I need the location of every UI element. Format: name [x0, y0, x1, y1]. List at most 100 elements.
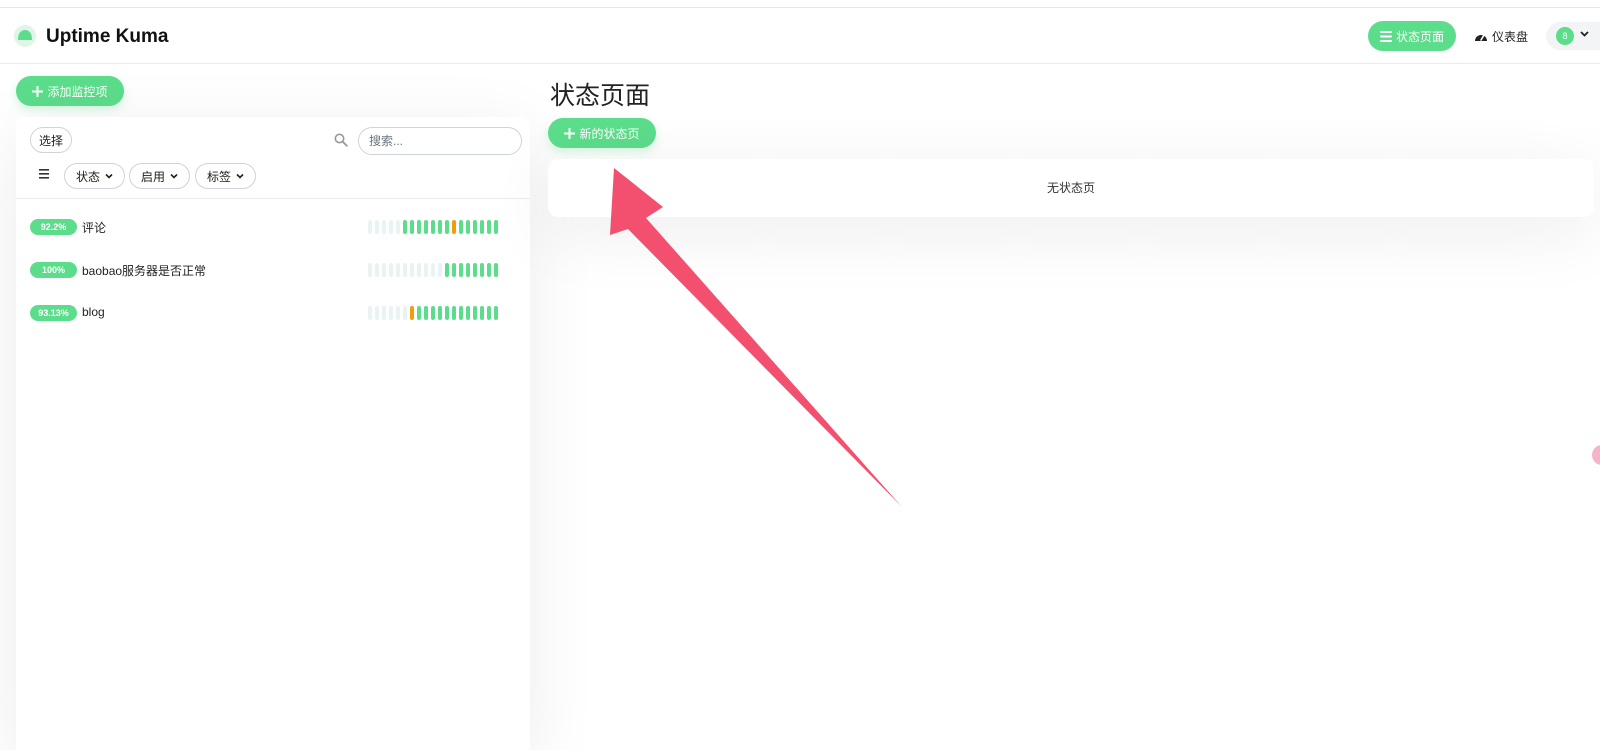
heartbeat-up [466, 220, 470, 234]
app-title[interactable]: Uptime Kuma [46, 26, 168, 48]
heartbeat-empty [403, 263, 407, 277]
heartbeat-empty [396, 306, 400, 320]
heartbeat-empty [375, 306, 379, 320]
new-status-page-label: 新的状态页 [579, 126, 640, 141]
heartbeat-up [494, 306, 498, 320]
monitor-list-item[interactable]: 100% baobao服务器是否正常 [16, 252, 530, 288]
add-monitor-label: 添加监控项 [47, 84, 108, 99]
heartbeat-empty [396, 263, 400, 277]
heartbeat-empty [389, 263, 393, 277]
heartbeat-up [466, 263, 470, 277]
search-icon [334, 133, 348, 147]
heartbeat-up [473, 306, 477, 320]
heartbeat-empty [375, 220, 379, 234]
uptime-badge: 93.13% [30, 305, 77, 321]
heartbeat-bar [368, 220, 498, 234]
heartbeat-up [452, 263, 456, 277]
heartbeat-up [445, 220, 449, 234]
heartbeat-empty [403, 306, 407, 320]
heartbeat-empty [368, 306, 372, 320]
add-monitor-button[interactable]: 添加监控项 [16, 76, 124, 106]
heartbeat-empty [382, 220, 386, 234]
heartbeat-bar [368, 263, 498, 277]
monitor-name: 评论 [82, 221, 107, 235]
heartbeat-up [459, 306, 463, 320]
heartbeat-up [473, 220, 477, 234]
monitor-list-panel: 选择 状态 启用 标签 92.2% 评论 100% baobao服务器是否正常 … [16, 117, 530, 750]
monitor-list-item[interactable]: 93.13% blog [16, 295, 530, 331]
uptime-badge: 92.2% [30, 219, 77, 235]
heartbeat-up [480, 306, 484, 320]
heartbeat-down [452, 220, 456, 234]
filter-divider [16, 198, 530, 199]
select-button[interactable]: 选择 [30, 127, 72, 153]
plus-icon [32, 85, 44, 97]
heartbeat-up [403, 220, 407, 234]
plus-icon [564, 127, 576, 139]
heartbeat-up [480, 263, 484, 277]
window-top-strip [0, 0, 1600, 8]
heartbeat-empty [368, 263, 372, 277]
active-filter-dropdown[interactable]: 启用 [129, 163, 190, 189]
heartbeat-up [487, 263, 491, 277]
heartbeat-empty [431, 263, 435, 277]
heartbeat-up [459, 220, 463, 234]
heartbeat-empty [438, 263, 442, 277]
chevron-down-icon [1580, 31, 1589, 37]
heartbeat-empty [375, 263, 379, 277]
heartbeat-up [452, 306, 456, 320]
heartbeat-empty [368, 220, 372, 234]
profile-dropdown[interactable]: 8 [1546, 22, 1600, 50]
monitor-name: blog [82, 305, 105, 319]
heartbeat-empty [382, 263, 386, 277]
heartbeat-up [494, 220, 498, 234]
chevron-down-icon [170, 173, 178, 179]
heartbeat-up [431, 306, 435, 320]
heartbeat-up [424, 306, 428, 320]
heartbeat-up [494, 263, 498, 277]
heartbeat-up [410, 220, 414, 234]
heartbeat-empty [389, 306, 393, 320]
heartbeat-up [459, 263, 463, 277]
status-filter-label: 状态 [75, 169, 100, 184]
heartbeat-empty [389, 220, 393, 234]
nav-status-page-label: 状态页面 [1395, 29, 1444, 44]
heartbeat-up [445, 306, 449, 320]
nav-dashboard-label: 仪表盘 [1492, 29, 1529, 44]
heartbeat-up [445, 263, 449, 277]
monitor-name: baobao服务器是否正常 [82, 264, 207, 278]
heartbeat-down [410, 306, 414, 320]
tags-filter-dropdown[interactable]: 标签 [195, 163, 256, 189]
new-status-page-button[interactable]: 新的状态页 [548, 118, 656, 148]
heartbeat-up [480, 220, 484, 234]
select-all-menu-icon[interactable] [38, 169, 50, 179]
heartbeat-up [487, 306, 491, 320]
status-page-list: 无状态页 [548, 159, 1594, 217]
uptime-badge: 100% [30, 262, 77, 278]
active-filter-label: 启用 [140, 169, 165, 184]
top-navbar: Uptime Kuma 状态页面 仪表盘 8 [0, 9, 1600, 64]
heartbeat-up [487, 220, 491, 234]
heartbeat-up [466, 306, 470, 320]
nav-status-page-button[interactable]: 状态页面 [1368, 21, 1456, 51]
uptime-kuma-logo-icon [14, 25, 36, 47]
floating-helper-button[interactable] [1592, 445, 1600, 465]
heartbeat-up [473, 263, 477, 277]
status-filter-dropdown[interactable]: 状态 [64, 163, 125, 189]
heartbeat-up [438, 306, 442, 320]
heartbeat-up [417, 220, 421, 234]
page-title: 状态页面 [550, 82, 651, 110]
monitor-list-item[interactable]: 92.2% 评论 [16, 209, 530, 245]
tachometer-icon [1475, 34, 1487, 41]
chevron-down-icon [236, 173, 244, 179]
tags-filter-label: 标签 [206, 169, 231, 184]
heartbeat-empty [382, 306, 386, 320]
heartbeat-up [424, 220, 428, 234]
heartbeat-up [431, 220, 435, 234]
search-input[interactable] [358, 127, 522, 155]
empty-state-text: 无状态页 [1046, 181, 1095, 195]
heartbeat-empty [396, 220, 400, 234]
heartbeat-bar [368, 306, 498, 320]
heartbeat-empty [410, 263, 414, 277]
heartbeat-empty [424, 263, 428, 277]
